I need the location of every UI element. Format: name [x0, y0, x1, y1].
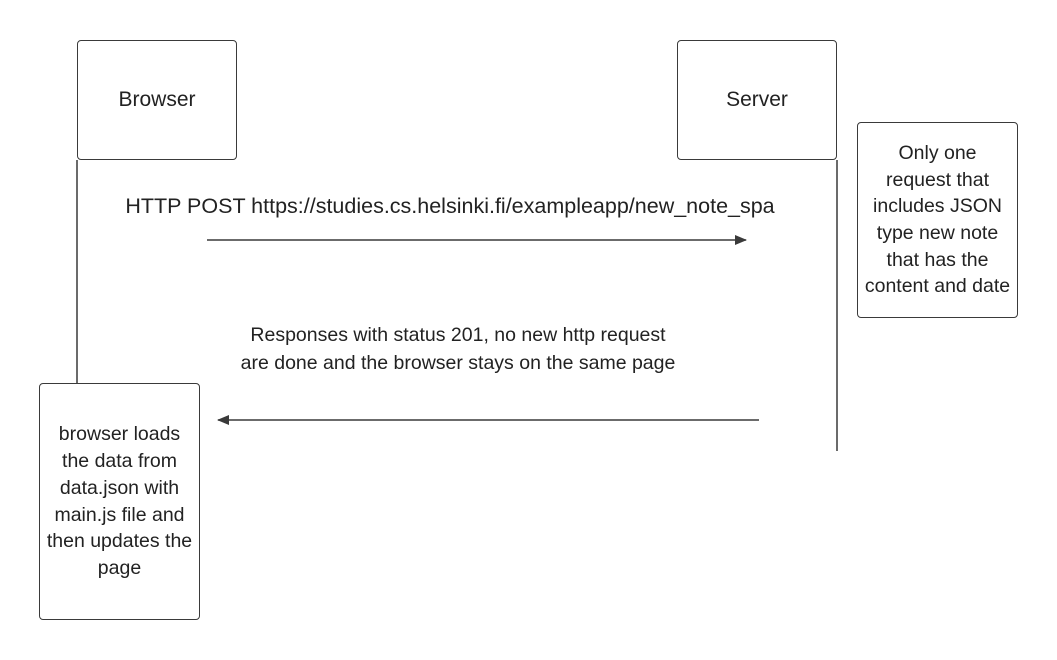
browser-note: browser loads the data from data.json wi… — [39, 383, 200, 620]
post-message-label: HTTP POST https://studies.cs.helsinki.fi… — [125, 194, 775, 218]
server-note-text: Only one request that includes JSON type… — [864, 141, 1011, 298]
browser-note-text: browser loads the data from data.json wi… — [46, 423, 193, 579]
browser-participant-box: Browser — [77, 40, 237, 160]
response-message-label: Responses with status 201, no new http r… — [240, 324, 676, 374]
server-note: Only one request that includes JSON type… — [857, 122, 1018, 318]
server-participant-box: Server — [677, 40, 837, 160]
server-participant-label: Server — [726, 88, 788, 111]
browser-participant-label: Browser — [118, 88, 196, 111]
